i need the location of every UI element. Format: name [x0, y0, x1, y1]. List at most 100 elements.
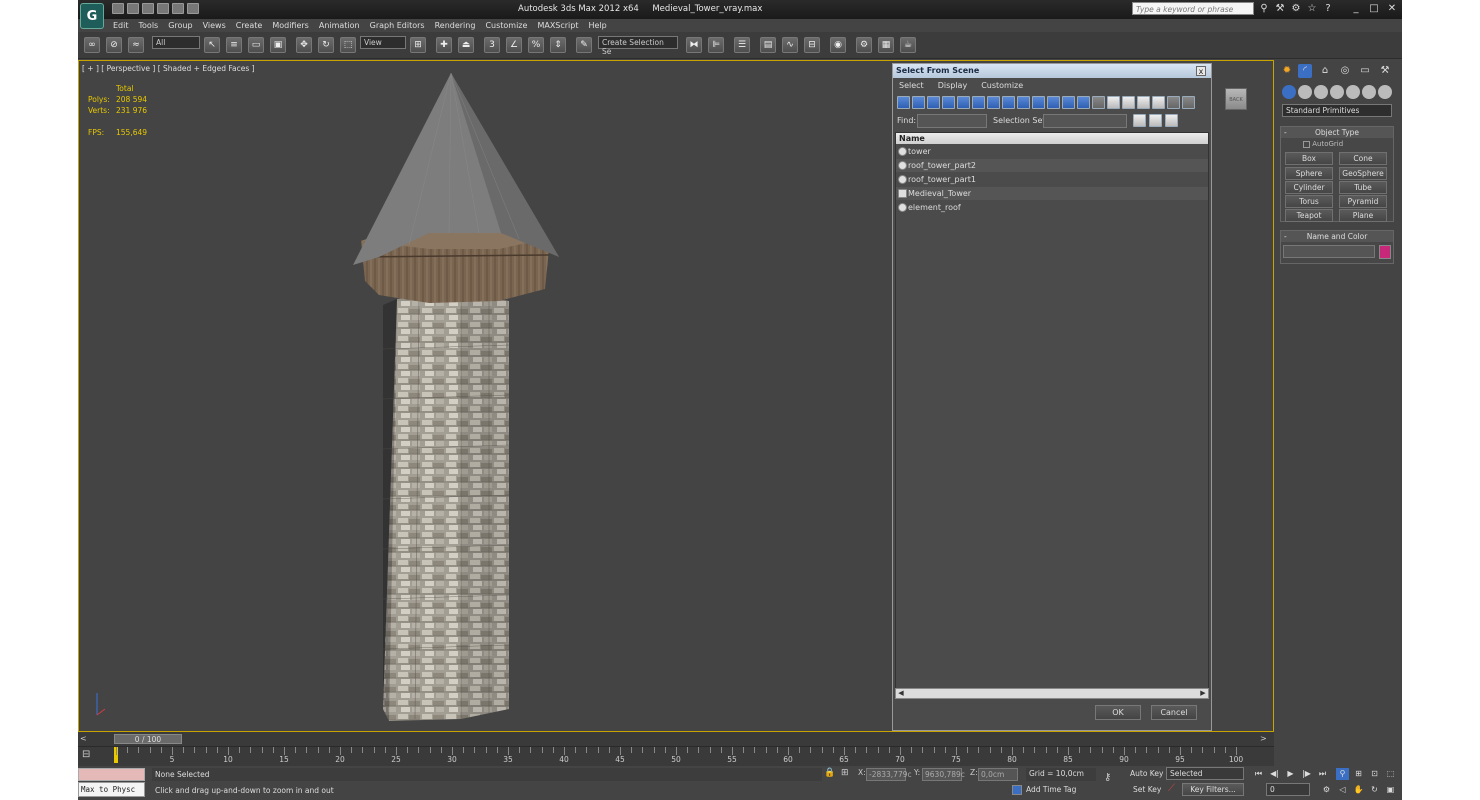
curve-editor-icon[interactable]: ∿ [782, 37, 798, 53]
cancel-button[interactable]: Cancel [1151, 705, 1197, 720]
torus-button[interactable]: Torus [1285, 195, 1333, 208]
autogrid-checkbox[interactable]: AutoGrid [1303, 140, 1383, 150]
menu-tools[interactable]: Tools [134, 19, 164, 32]
graphite-toggle-icon[interactable]: ▤ [760, 37, 776, 53]
primitive-category-dropdown[interactable]: Standard Primitives [1282, 104, 1392, 117]
maxscript-listener-mini[interactable] [78, 768, 145, 781]
create-tab-icon[interactable]: ✹ [1280, 64, 1294, 78]
layer-manager-icon[interactable]: ☰ [734, 37, 750, 53]
favorites-star-icon[interactable]: ☆ [1306, 3, 1318, 15]
help-search-input[interactable]: Type a keyword or phrase [1132, 2, 1254, 15]
scroll-left-icon[interactable]: ◀ [896, 689, 906, 698]
menu-help[interactable]: Help [584, 19, 612, 32]
find-sort-icon[interactable] [1133, 114, 1146, 127]
list-item[interactable]: roof_tower_part2 [896, 159, 1208, 172]
display-geometry-icon[interactable] [897, 96, 910, 109]
display-cameras-icon[interactable] [942, 96, 955, 109]
dialog-close-icon[interactable]: x [1196, 66, 1206, 76]
snaps-toggle-icon[interactable]: 3 [484, 37, 500, 53]
move-icon[interactable]: ✥ [296, 37, 312, 53]
go-to-end-icon[interactable]: ⏭ [1316, 768, 1329, 780]
material-editor-icon[interactable]: ◉ [830, 37, 846, 53]
menu-customize[interactable]: Customize [480, 19, 532, 32]
object-name-input[interactable] [1283, 245, 1375, 258]
time-config-icon[interactable]: ⚙ [1320, 784, 1333, 796]
object-color-swatch[interactable] [1379, 245, 1391, 259]
dialog-menu-select[interactable]: Select [899, 81, 924, 92]
maximize-toggle-icon[interactable]: ▣ [1384, 784, 1397, 796]
reference-coord-dropdown[interactable]: View [360, 36, 406, 49]
display-containers-icon[interactable] [1032, 96, 1045, 109]
schematic-view-icon[interactable]: ⊟ [804, 37, 820, 53]
cameras-icon[interactable] [1330, 85, 1344, 99]
play-icon[interactable]: ▶ [1284, 768, 1297, 780]
dialog-menu-customize[interactable]: Customize [981, 81, 1023, 92]
project-folder-icon[interactable] [187, 3, 199, 14]
filter-icon[interactable] [1167, 96, 1180, 109]
display-invert-icon[interactable] [1107, 96, 1120, 109]
render-setup-icon[interactable]: ⚙ [856, 37, 872, 53]
key-mode-dropdown[interactable]: Selected [1166, 767, 1244, 780]
lights-icon[interactable] [1314, 85, 1328, 99]
pan-icon[interactable]: ✋ [1352, 784, 1365, 796]
current-frame-input[interactable]: 0 [1266, 783, 1310, 796]
key-filters-button[interactable]: Key Filters... [1182, 783, 1244, 796]
communication-icon[interactable]: ⚙ [1290, 3, 1302, 15]
list-item[interactable]: element_roof [896, 201, 1208, 214]
percent-snap-icon[interactable]: % [528, 37, 544, 53]
cone-button[interactable]: Cone [1339, 152, 1387, 165]
display-tab-icon[interactable]: ▭ [1358, 64, 1372, 78]
y-coordinate-input[interactable]: 9630,789c [922, 768, 965, 781]
box-button[interactable]: Box [1285, 152, 1333, 165]
modify-tab-icon[interactable]: ◜ [1298, 64, 1312, 78]
find-wildcard-icon[interactable] [1165, 114, 1178, 127]
display-shapes-icon[interactable] [912, 96, 925, 109]
tube-button[interactable]: Tube [1339, 181, 1387, 194]
edit-named-selection-icon[interactable]: ✎ [576, 37, 592, 53]
systems-icon[interactable] [1378, 85, 1392, 99]
keyboard-shortcut-icon[interactable]: ⏏ [458, 37, 474, 53]
binoculars-icon[interactable]: ⚲ [1258, 3, 1270, 15]
cylinder-button[interactable]: Cylinder [1285, 181, 1333, 194]
close-icon[interactable]: ✕ [1386, 3, 1398, 15]
rotate-icon[interactable]: ↻ [318, 37, 334, 53]
zoom-icon[interactable]: ⚲ [1336, 768, 1349, 780]
menu-animation[interactable]: Animation [314, 19, 365, 32]
menu-group[interactable]: Group [163, 19, 197, 32]
rectangular-selection-icon[interactable]: ▭ [248, 37, 264, 53]
shapes-icon[interactable] [1298, 85, 1312, 99]
open-file-icon[interactable] [127, 3, 139, 14]
display-lights-icon[interactable] [927, 96, 940, 109]
maxscript-input[interactable]: Max to Physc [78, 782, 145, 797]
dialog-menu-display[interactable]: Display [938, 81, 968, 92]
time-tag-icon[interactable] [1012, 785, 1022, 795]
object-list[interactable]: Name tower roof_tower_part2 roof_tower_p… [895, 132, 1209, 692]
find-case-icon[interactable] [1149, 114, 1162, 127]
spacewarps-icon[interactable] [1362, 85, 1376, 99]
menu-edit[interactable]: Edit [108, 19, 134, 32]
minimize-icon[interactable]: _ [1350, 3, 1362, 15]
time-slider-right-icon[interactable]: > [1260, 734, 1270, 744]
dialog-title[interactable]: Select From Scene [893, 64, 1211, 78]
x-coordinate-input[interactable]: -2833,779c [866, 768, 912, 781]
scale-icon[interactable]: ⬚ [340, 37, 356, 53]
track-bar[interactable]: ⊟ 5 10 15 20 25 30 35 40 45 50 55 60 65 70 75 80 85 90 95 1… [78, 746, 1274, 766]
menu-rendering[interactable]: Rendering [430, 19, 481, 32]
subscription-icon[interactable]: ⚒ [1274, 3, 1286, 15]
select-none-icon[interactable] [1137, 96, 1150, 109]
time-slider-left-icon[interactable]: < [80, 734, 90, 744]
find-input[interactable] [917, 114, 987, 128]
orbit-icon[interactable]: ↻ [1368, 784, 1381, 796]
scroll-right-icon[interactable]: ▶ [1198, 689, 1208, 698]
select-object-icon[interactable]: ↖ [204, 37, 220, 53]
menu-views[interactable]: Views [198, 19, 231, 32]
list-item[interactable]: roof_tower_part1 [896, 173, 1208, 186]
maximize-icon[interactable]: □ [1368, 3, 1380, 15]
menu-create[interactable]: Create [231, 19, 268, 32]
zoom-extents-icon[interactable]: ⊡ [1368, 768, 1381, 780]
app-logo-button[interactable]: G [80, 3, 104, 29]
display-bones-icon[interactable] [1017, 96, 1030, 109]
hierarchy-tab-icon[interactable]: ⌂ [1318, 64, 1332, 78]
tower-model[interactable] [349, 69, 629, 739]
previous-frame-icon[interactable]: ◀| [1268, 768, 1281, 780]
